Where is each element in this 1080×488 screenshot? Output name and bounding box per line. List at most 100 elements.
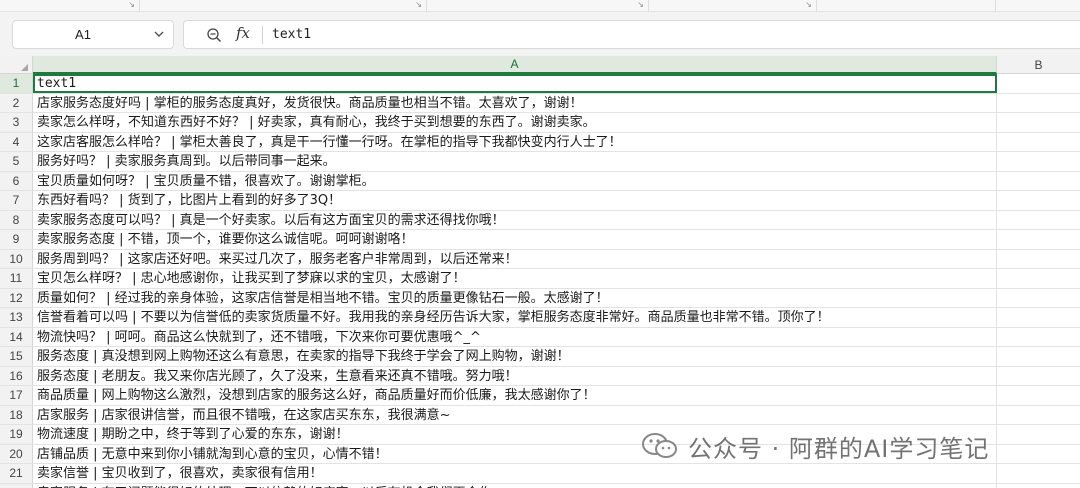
cell[interactable]: 卖家服务态度可以吗？ | 真是一个好卖家。以后有这方面宝贝的需求还得找你哦！	[33, 210, 997, 229]
row-header[interactable]: 11	[0, 269, 33, 288]
row-header[interactable]: 21	[0, 464, 33, 483]
table-row: 22卖家服务 | 有了问题能很好的处理，可以信赖的好店家，以后有机会我们再合作。	[0, 483, 1080, 488]
ribbon-group: ↘	[427, 0, 649, 12]
column-header-a[interactable]: A	[33, 56, 997, 74]
row-header[interactable]: 10	[0, 249, 33, 268]
row-header[interactable]: 9	[0, 230, 33, 249]
table-row: 6 宝贝质量如何呀？ | 宝贝质量不错，很喜欢了。谢谢掌柜。	[0, 171, 1080, 191]
cell[interactable]: 质量如何？ | 经过我的亲身体验，这家店信誉是相当地不错。宝贝的质量更像钻石一般…	[33, 288, 997, 307]
table-row: 8 卖家服务态度可以吗？ | 真是一个好卖家。以后有这方面宝贝的需求还得找你哦！	[0, 210, 1080, 230]
row-header[interactable]: 6	[0, 171, 33, 190]
row-header[interactable]: 14	[0, 327, 33, 346]
row-header[interactable]: 3	[0, 113, 33, 132]
row-header[interactable]: 16	[0, 366, 33, 385]
selected-cell[interactable]: text1	[33, 74, 997, 93]
row-header[interactable]: 2	[0, 93, 33, 112]
cell[interactable]: 卖家怎么样呀，不知道东西好不好？ | 好卖家，真有耐心，我终于买到想要的东西了。…	[33, 113, 997, 132]
row-header[interactable]: 4	[0, 132, 33, 151]
table-row: 7 东西好看吗？ | 货到了，比图片上看到的好多了3Q！	[0, 191, 1080, 211]
cell[interactable]	[997, 425, 1080, 444]
zoom-icon[interactable]	[206, 27, 222, 43]
column-header-b[interactable]: B	[997, 56, 1080, 74]
row-header[interactable]: 7	[0, 191, 33, 210]
cell[interactable]: 宝贝怎么样呀？ | 忠心地感谢你，让我买到了梦寐以求的宝贝，太感谢了！	[33, 269, 997, 288]
ribbon-edge: ↘ ↘ ↘ ↘	[0, 0, 1080, 12]
row-header[interactable]: 15	[0, 347, 33, 366]
row-header[interactable]: 8	[0, 210, 33, 229]
watermark: 公众号 · 阿群的AI学习笔记	[640, 428, 989, 464]
cell[interactable]	[997, 113, 1080, 132]
cell[interactable]	[997, 172, 1080, 191]
cell[interactable]	[997, 445, 1080, 464]
row-header[interactable]: 1	[0, 74, 33, 93]
cell[interactable]: 东西好看吗？ | 货到了，比图片上看到的好多了3Q！	[33, 191, 997, 210]
cell[interactable]	[997, 191, 1080, 210]
row-header[interactable]: 13	[0, 308, 33, 327]
cell[interactable]: 卖家服务 | 有了问题能很好的处理，可以信赖的好店家，以后有机会我们再合作。	[33, 483, 997, 488]
row-header[interactable]: 19	[0, 425, 33, 444]
table-row: 17 商品质量 | 网上购物这么激烈，没想到店家的服务这么好，商品质量好而价低廉，…	[0, 386, 1080, 406]
ribbon-group: ↘	[649, 0, 817, 12]
cell[interactable]	[997, 367, 1080, 386]
select-all-icon	[21, 64, 28, 71]
cell[interactable]	[997, 133, 1080, 152]
dialog-launcher-icon[interactable]: ↘	[128, 1, 135, 9]
name-box[interactable]: A1	[12, 20, 174, 49]
dialog-launcher-icon[interactable]: ↘	[805, 1, 812, 9]
cell[interactable]: 物流快吗？ | 呵呵。商品这么快就到了，还不错哦，下次来你可要优惠哦^_^	[33, 327, 997, 346]
cell[interactable]	[997, 347, 1080, 366]
cell[interactable]: 卖家信誉 | 宝贝收到了，很喜欢，卖家很有信用！	[33, 464, 997, 483]
cell[interactable]	[997, 464, 1080, 483]
table-row: 5 服务好吗？ | 卖家服务真周到。以后带同事一起来。	[0, 152, 1080, 172]
cell[interactable]: 服务态度 | 真没想到网上购物还这么有意思，在卖家的指导下我终于学会了网上购物，…	[33, 347, 997, 366]
cell[interactable]	[997, 484, 1080, 488]
cell[interactable]	[997, 152, 1080, 171]
row-header[interactable]: 5	[0, 152, 33, 171]
row-header[interactable]: 22	[0, 483, 33, 488]
cell[interactable]	[997, 386, 1080, 405]
cell[interactable]: 卖家服务态度 | 不错，顶一个，谁要你这么诚信呢。呵呵谢谢咯！	[33, 230, 997, 249]
select-all-button[interactable]	[0, 56, 33, 74]
cell[interactable]	[997, 406, 1080, 425]
cell[interactable]	[997, 94, 1080, 113]
cell[interactable]: 这家店客服怎么样哈？ | 掌柜太善良了，真是干一行懂一行呀。在掌柜的指导下我都快…	[33, 132, 997, 151]
row-header[interactable]: 12	[0, 288, 33, 307]
cell[interactable]	[997, 74, 1080, 93]
cell[interactable]	[997, 269, 1080, 288]
grid-rows: 1 text1 2 店家服务态度好吗 | 掌柜的服务态度真好，发货很快。商品质量也相当…	[0, 74, 1080, 488]
table-row: 14 物流快吗？ | 呵呵。商品这么快就到了，还不错哦，下次来你可要优惠哦^_^	[0, 327, 1080, 347]
table-row: 11 宝贝怎么样呀？ | 忠心地感谢你，让我买到了梦寐以求的宝贝，太感谢了！	[0, 269, 1080, 289]
formula-bar-area: A1 fx text1	[0, 12, 1080, 58]
dialog-launcher-icon[interactable]: ↘	[637, 1, 644, 9]
cell[interactable]	[997, 308, 1080, 327]
cell[interactable]: 服务周到吗？ | 这家店还好吧。来买过几次了，服务老客户非常周到，以后还常来！	[33, 249, 997, 268]
cell[interactable]	[997, 211, 1080, 230]
function-icon[interactable]: fx	[236, 24, 250, 42]
cell[interactable]: 店家服务 | 店家很讲信誉，而且很不错哦，在这家店买东东，我很满意~	[33, 405, 997, 424]
chevron-down-icon[interactable]	[153, 28, 165, 40]
cell[interactable]: 服务态度 | 老朋友。我又来你店光顾了，久了没来，生意看来还真不错哦。努力哦！	[33, 366, 997, 385]
ribbon-group: ↘	[140, 0, 427, 12]
table-row: 12 质量如何？ | 经过我的亲身体验，这家店信誉是相当地不错。宝贝的质量更像钻石…	[0, 288, 1080, 308]
cell[interactable]: 店家服务态度好吗 | 掌柜的服务态度真好，发货很快。商品质量也相当不错。太喜欢了…	[33, 93, 997, 112]
formula-input[interactable]: fx text1	[183, 20, 1080, 49]
dialog-launcher-icon[interactable]: ↘	[415, 1, 422, 9]
formula-content[interactable]: text1	[272, 27, 311, 42]
cell[interactable]	[997, 328, 1080, 347]
table-row: 4 这家店客服怎么样哈？ | 掌柜太善良了，真是干一行懂一行呀。在掌柜的指导下我都…	[0, 132, 1080, 152]
row-header[interactable]: 18	[0, 405, 33, 424]
row-header[interactable]: 17	[0, 386, 33, 405]
ribbon-group: ↘	[0, 0, 140, 12]
watermark-text: 公众号 · 阿群的AI学习笔记	[688, 434, 990, 463]
cell[interactable]: 宝贝质量如何呀？ | 宝贝质量不错，很喜欢了。谢谢掌柜。	[33, 171, 997, 190]
cell[interactable]: 信誉看着可以吗 | 不要以为信誉低的卖家货质量不好。我用我的亲身经历告诉大家，掌…	[33, 308, 997, 327]
spreadsheet-grid: A B 1 text1 2 店家服务态度好吗 | 掌柜的服务态度真好，发货很快。商品质…	[0, 56, 1080, 488]
cell[interactable]	[997, 230, 1080, 249]
row-header[interactable]: 20	[0, 444, 33, 463]
wechat-icon	[642, 433, 677, 458]
cell[interactable]: 商品质量 | 网上购物这么激烈，没想到店家的服务这么好，商品质量好而价低廉，我太…	[33, 386, 997, 405]
table-row: 2 店家服务态度好吗 | 掌柜的服务态度真好，发货很快。商品质量也相当不错。太喜欢…	[0, 93, 1080, 113]
cell[interactable]: 服务好吗？ | 卖家服务真周到。以后带同事一起来。	[33, 152, 997, 171]
cell[interactable]	[997, 250, 1080, 269]
cell[interactable]	[997, 289, 1080, 308]
